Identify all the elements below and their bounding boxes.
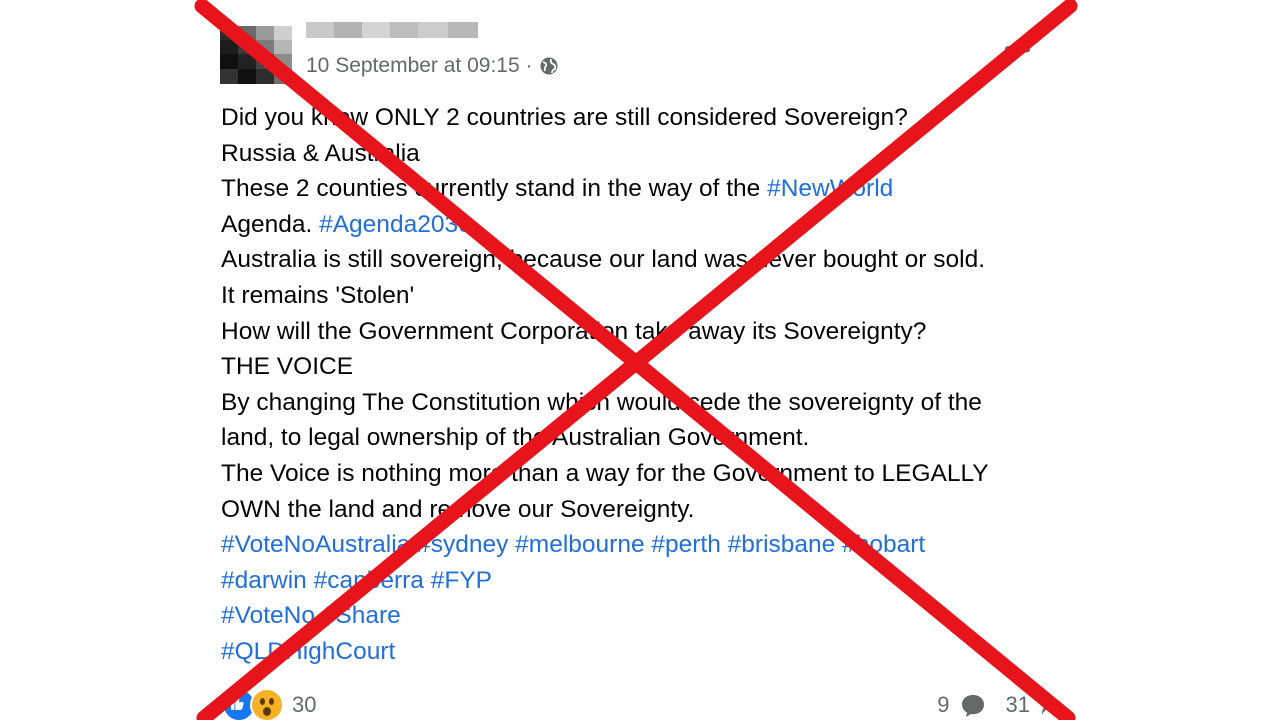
post-text-line: land, to legal ownership of the Australi…	[221, 420, 1081, 456]
hashtag-link[interactable]: #Agenda2030	[319, 211, 472, 238]
post-text-segment: It remains 'Stolen'	[221, 281, 415, 309]
post-text-segment: Russia & Australia	[221, 139, 420, 167]
globe-icon	[540, 57, 558, 75]
post-text-line: OWN the land and remove our Sovereignty.	[221, 492, 1081, 528]
author-name-blurred[interactable]	[306, 14, 478, 48]
post-text-segment: Agenda.	[221, 210, 320, 238]
post-text-line: It remains 'Stolen'	[221, 278, 1081, 314]
avatar[interactable]	[220, 26, 292, 84]
hashtag-link[interactable]: #QLDHighCourt	[221, 638, 395, 665]
post-text-line: #QLDHighCourt	[221, 634, 1081, 670]
meta-separator: ·	[525, 54, 533, 77]
post-text-line: #VoteNo #Share	[221, 598, 1081, 634]
post-body: Did you know ONLY 2 countries are still …	[221, 100, 1081, 670]
share-count[interactable]: 31	[1006, 692, 1030, 718]
post-text-line: Australia is still sovereign, because ou…	[221, 242, 1081, 278]
hashtag-link[interactable]: #VoteNoAustralia #sydney #melbourne #per…	[221, 531, 925, 558]
hashtag-link[interactable]: #VoteNo #Share	[221, 602, 401, 629]
post-text-line: Russia & Australia	[221, 136, 1081, 172]
post-text-segment: Did you know ONLY 2 countries are still …	[221, 104, 908, 131]
share-icon[interactable]	[1040, 692, 1066, 718]
engagement-counts: 9 31	[937, 688, 1066, 722]
post-text-line: These 2 counties currently stand in the …	[221, 171, 1081, 207]
post-text-line: #darwin #canberra #FYP	[221, 563, 1081, 599]
post-text-segment: How will the Government Corporation take…	[221, 317, 927, 345]
hashtag-link[interactable]: #darwin #canberra #FYP	[221, 567, 492, 594]
post-text-segment: The Voice is nothing more than a way for…	[221, 459, 989, 487]
post-timestamp[interactable]: 10 September at 09:15	[306, 54, 520, 78]
post-text-segment: OWN the land and remove our Sovereignty.	[221, 495, 695, 523]
post-text-line: The Voice is nothing more than a way for…	[221, 456, 1081, 492]
reaction-count: 30	[292, 692, 317, 717]
post-text-line: By changing The Constitution which would…	[221, 385, 1081, 421]
post-text-segment: These 2 counties currently stand in the …	[221, 175, 768, 203]
wow-reaction-icon	[250, 688, 284, 722]
post-text-line: THE VOICE	[221, 349, 1081, 385]
post-text-segment: By changing The Constitution which would…	[221, 388, 982, 416]
post-text-line: #VoteNoAustralia #sydney #melbourne #per…	[221, 527, 1081, 563]
post-text-line: Agenda. #Agenda2030	[221, 207, 1081, 243]
reactions-summary[interactable]: 30	[222, 688, 316, 722]
post-text-line: How will the Government Corporation take…	[221, 314, 1081, 350]
more-dots-icon[interactable]: •••	[1004, 36, 1032, 64]
post-meta: 10 September at 09:15 ·	[306, 54, 559, 78]
comment-icon[interactable]	[960, 692, 986, 718]
post-text-segment: THE VOICE	[221, 353, 354, 381]
hashtag-link[interactable]: #NewWorld	[767, 175, 893, 202]
post-text-segment: Australia is still sovereign, because ou…	[221, 246, 985, 274]
post-text-line: Did you know ONLY 2 countries are still …	[221, 100, 1081, 136]
comment-count[interactable]: 9	[937, 692, 949, 718]
post-text-segment: land, to legal ownership of the Australi…	[221, 424, 810, 452]
